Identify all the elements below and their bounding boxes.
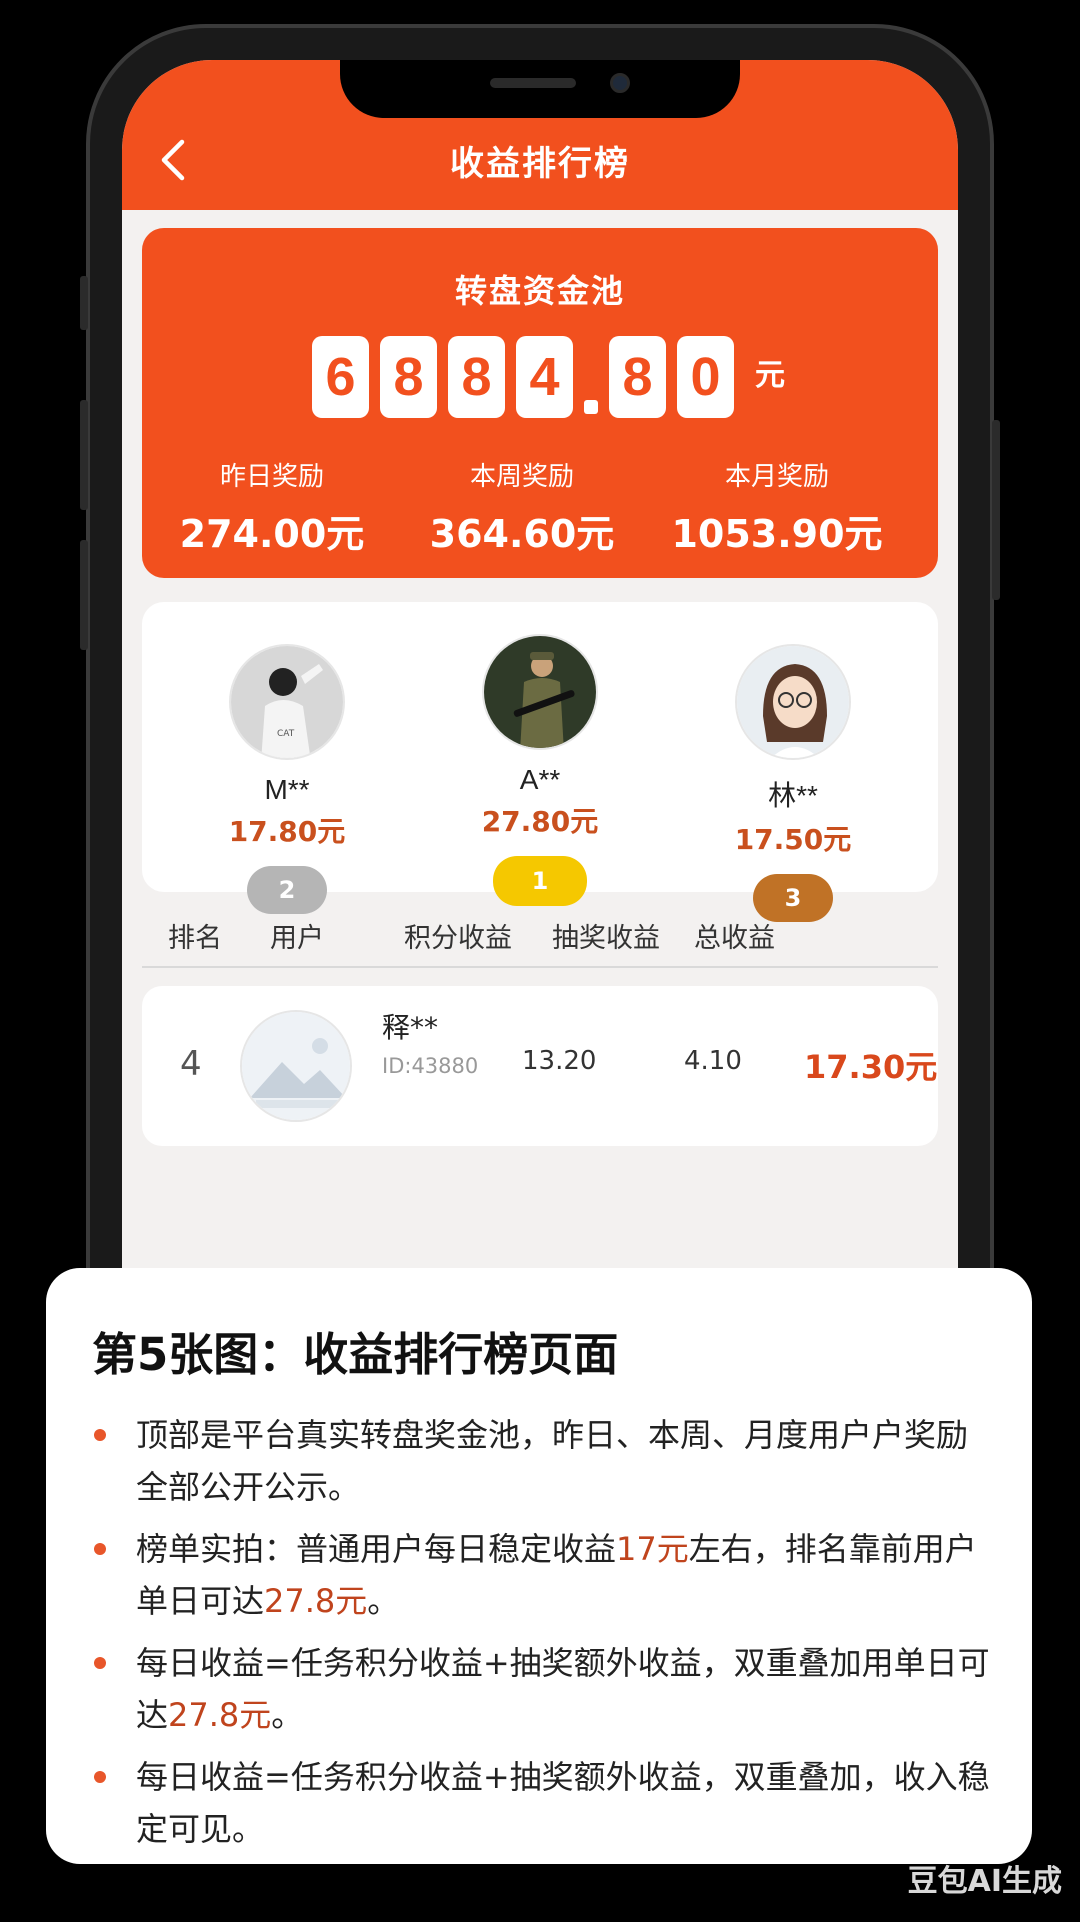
stat-label: 本周奖励 [469, 462, 574, 492]
podium-first[interactable]: A** 27.80元 1 [440, 634, 640, 906]
stat-month: 本月奖励 1053.90元 [642, 456, 912, 558]
avatar: CAT [229, 644, 345, 760]
podium-amount: 17.50元 [734, 823, 852, 856]
podium-second[interactable]: CAT M** 17.80元 2 [187, 644, 387, 914]
podium-name: A** [519, 764, 561, 795]
bullet-highlight: 17元 [616, 1530, 689, 1568]
header-lottery-income: 抽奖收益 [552, 923, 660, 954]
front-camera [610, 73, 630, 93]
pool-unit: 元 [755, 358, 785, 393]
pool-digit: 6 [312, 336, 369, 418]
row-user-id: ID:43880 [382, 1054, 479, 1078]
stat-label: 本月奖励 [724, 462, 829, 492]
row-user-name: 释** [382, 1011, 439, 1044]
header-rank: 排名 [168, 923, 222, 954]
phone-volume-down-button [80, 540, 88, 650]
caption-bullet: 顶部是平台真实转盘奖金池，昨日、本周、月度用户户奖励全部公开公示。 [92, 1409, 992, 1513]
header-total-income: 总收益 [694, 923, 775, 954]
decimal-point [584, 400, 598, 414]
podium-amount: 27.80元 [481, 805, 599, 838]
podium-amount: 17.80元 [228, 815, 346, 848]
page-title: 收益排行榜 [450, 144, 630, 184]
row-lottery-income: 4.10 [684, 1046, 742, 1076]
table-row[interactable]: 4 释** ID:43880 13.20 4.10 17.30元 [142, 986, 938, 1146]
bullet-text: 。 [367, 1582, 400, 1620]
pool-digit: 8 [609, 336, 666, 418]
speaker [490, 78, 576, 88]
ranking-table-header: 排名 用户 积分收益 抽奖收益 总收益 [142, 908, 938, 968]
prize-pool-title: 转盘资金池 [454, 272, 625, 310]
pool-digit: 8 [448, 336, 505, 418]
stat-value: 1053.90元 [671, 512, 883, 556]
avatar [735, 644, 851, 760]
pool-digit: 4 [516, 336, 573, 418]
caption-bullet: 每日收益=任务积分收益+抽奖额外收益，双重叠加，收入稳定可见。 [92, 1751, 992, 1855]
notch [340, 60, 740, 118]
row-rank: 4 [180, 1044, 202, 1084]
watermark: 豆包AI生成 [907, 1864, 1062, 1899]
caption-title: 第5张图：收益排行榜页面 [92, 1328, 619, 1381]
caption-card: 第5张图：收益排行榜页面 顶部是平台真实转盘奖金池，昨日、本周、月度用户户奖励全… [46, 1268, 1032, 1864]
reward-stats: 昨日奖励 274.00元 本周奖励 364.60元 本月奖励 1053.90元 [142, 456, 938, 558]
pool-digit: 0 [677, 336, 734, 418]
bullet-text: 顶部是平台真实转盘奖金池，昨日、本周、月度用户户奖励全部公开公示。 [136, 1416, 969, 1506]
caption-bullet: 榜单实拍：普通用户每日稳定收益17元左右，排名靠前用户单日可达27.8元。 [92, 1523, 992, 1627]
stat-value: 364.60元 [429, 512, 615, 556]
stat-week: 本周奖励 364.60元 [402, 456, 642, 558]
prize-pool-card: 转盘资金池 6 8 8 4 8 0 元 昨日奖励 274.00元 本周奖励 36… [142, 228, 938, 578]
stat-value: 274.00元 [179, 512, 365, 556]
stat-yesterday: 昨日奖励 274.00元 [142, 456, 402, 558]
avatar [482, 634, 598, 750]
svg-text:CAT: CAT [277, 729, 295, 739]
row-points-income: 13.20 [522, 1046, 597, 1076]
prize-pool-amount: 6 8 8 4 8 0 元 [312, 334, 785, 418]
avatar-placeholder-icon [240, 1010, 352, 1122]
podium-name: M** [264, 774, 310, 805]
caption-bullet: 每日收益=任务积分收益+抽奖额外收益，双重叠加用单日可达27.8元。 [92, 1637, 992, 1741]
phone-power-button [992, 420, 1000, 600]
phone-volume-up-button [80, 400, 88, 510]
phone-side-button [80, 276, 88, 330]
rank-badge: 1 [493, 856, 587, 906]
podium-name: 林** [768, 780, 818, 811]
header-points-income: 积分收益 [404, 923, 512, 954]
pool-digit: 8 [380, 336, 437, 418]
top-three-podium: CAT M** 17.80元 2 A** 27.80元 1 林** 17.50元… [142, 602, 938, 922]
bullet-highlight: 27.8元 [264, 1582, 368, 1620]
row-total-income: 17.30元 [804, 1048, 938, 1086]
header-user: 用户 [270, 923, 324, 954]
rank-badge: 2 [247, 866, 327, 914]
podium-third[interactable]: 林** 17.50元 3 [693, 644, 893, 922]
bullet-text: 榜单实拍：普通用户每日稳定收益 [136, 1530, 617, 1568]
bullet-text: 每日收益=任务积分收益+抽奖额外收益，双重叠加，收入稳定可见。 [136, 1758, 990, 1848]
bullet-text: 。 [271, 1696, 304, 1734]
bullet-highlight: 27.8元 [168, 1696, 272, 1734]
stat-label: 昨日奖励 [219, 462, 324, 492]
